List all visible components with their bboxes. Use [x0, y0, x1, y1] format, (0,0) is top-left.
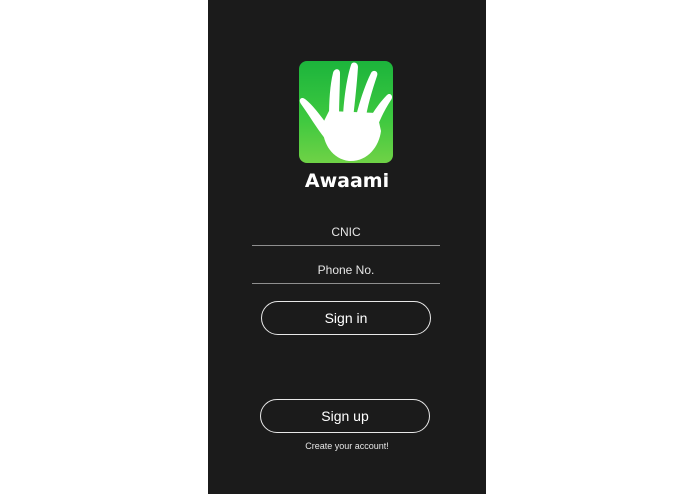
login-screen: Awaami Sign in Sign up Create your accou…: [208, 0, 486, 494]
app-logo: [299, 61, 393, 163]
sign-up-button[interactable]: Sign up: [260, 399, 430, 433]
phone-input[interactable]: [252, 257, 440, 284]
hand-icon: [299, 62, 393, 162]
app-title: Awaami: [304, 170, 390, 192]
create-account-hint: Create your account!: [305, 441, 389, 451]
sign-in-button[interactable]: Sign in: [261, 301, 431, 335]
cnic-input[interactable]: [252, 219, 440, 246]
